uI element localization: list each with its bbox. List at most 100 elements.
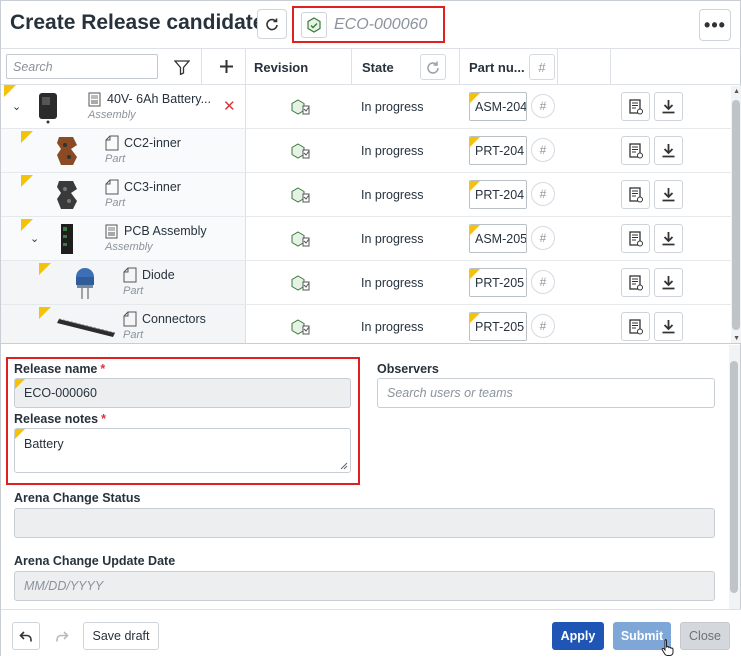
part-type: Part: [123, 285, 144, 297]
undo-icon: [19, 631, 32, 642]
observers-search-input[interactable]: Search users or teams: [377, 378, 715, 408]
add-icon[interactable]: [219, 59, 234, 74]
apply-button[interactable]: Apply: [552, 622, 604, 650]
part-number-input[interactable]: ASM-204: [469, 92, 527, 121]
scroll-down-icon[interactable]: ▼: [733, 335, 740, 342]
collapse-chevron-icon[interactable]: ⌄: [30, 232, 39, 245]
filter-icon[interactable]: [174, 60, 190, 75]
download-button[interactable]: [654, 224, 683, 253]
state-update-button[interactable]: [420, 54, 446, 80]
revision-icon[interactable]: [291, 230, 311, 248]
part-number-input[interactable]: PRT-205: [469, 268, 527, 297]
part-icon: [105, 179, 119, 195]
release-notes-label: Release notes *: [14, 412, 106, 426]
table-header: Search Revision State Part nu... #: [1, 49, 741, 343]
cc3-inner-thumbnail: [57, 181, 77, 209]
generate-number-button[interactable]: #: [531, 226, 555, 250]
table-scrollbar[interactable]: ▲ ▼: [731, 86, 741, 343]
refresh-up-icon: [427, 61, 439, 74]
part-type: Part: [105, 153, 126, 165]
download-button[interactable]: [654, 312, 683, 341]
resize-handle-icon[interactable]: [340, 462, 348, 470]
part-number-input[interactable]: PRT-204: [469, 136, 527, 165]
download-icon: [662, 100, 675, 114]
revision-icon[interactable]: [291, 318, 311, 336]
release-id-box: ECO-000060: [292, 6, 445, 43]
download-icon: [662, 188, 675, 202]
hash-icon: #: [539, 99, 547, 113]
connectors-thumbnail: [57, 318, 116, 337]
close-button[interactable]: Close: [680, 622, 730, 650]
state-value: In progress: [361, 320, 424, 334]
table-row[interactable]: ⌄ PCB Assembly Assembly In progress ASM-…: [1, 217, 741, 261]
generate-number-button[interactable]: #: [531, 270, 555, 294]
revision-icon[interactable]: [291, 98, 311, 116]
refresh-icon: [266, 18, 278, 31]
table-row[interactable]: CC3-inner Part In progress PRT-204 #: [1, 173, 741, 217]
part-icon: [123, 311, 137, 327]
assembly-icon: [88, 92, 101, 107]
download-icon: [662, 232, 675, 246]
release-details-button[interactable]: [621, 224, 650, 253]
download-button[interactable]: [654, 136, 683, 165]
part-type: Part: [105, 197, 126, 209]
release-details-button[interactable]: [621, 92, 650, 121]
collapse-chevron-icon[interactable]: ⌄: [12, 100, 21, 113]
generate-number-button[interactable]: #: [531, 314, 555, 338]
form-scrollbar[interactable]: [729, 345, 740, 609]
generate-number-button[interactable]: #: [531, 94, 555, 118]
arena-change-update-date-label: Arena Change Update Date: [14, 554, 176, 568]
part-number-input[interactable]: PRT-205: [469, 312, 527, 341]
part-type: Assembly: [105, 241, 153, 253]
hash-icon: #: [539, 187, 547, 201]
state-value: In progress: [361, 188, 424, 202]
remove-icon[interactable]: ✕: [223, 97, 236, 115]
download-button[interactable]: [654, 180, 683, 209]
refresh-button[interactable]: [257, 9, 287, 39]
release-details-button[interactable]: [621, 312, 650, 341]
part-number-input[interactable]: PRT-204: [469, 180, 527, 209]
table-row[interactable]: ⌄ 40V- 6Ah Battery... Assembly ✕ In prog…: [1, 85, 741, 129]
document-icon: [628, 98, 643, 114]
revision-icon[interactable]: [291, 274, 311, 292]
scroll-thumb[interactable]: [732, 100, 740, 330]
part-number-input[interactable]: ASM-205: [469, 224, 527, 253]
download-button[interactable]: [654, 268, 683, 297]
release-details-button[interactable]: [621, 268, 650, 297]
hash-icon: #: [539, 319, 547, 333]
table-row[interactable]: Connectors Part In progress PRT-205 #: [1, 305, 741, 343]
scroll-up-icon[interactable]: ▲: [733, 88, 740, 95]
download-icon: [662, 276, 675, 290]
pcb-assembly-thumbnail: [61, 224, 73, 254]
revision-column-header[interactable]: Revision: [254, 49, 308, 85]
state-column-header[interactable]: State: [362, 49, 394, 85]
release-package-icon: [301, 11, 327, 38]
redo-icon: [56, 631, 69, 642]
revision-icon[interactable]: [291, 186, 311, 204]
release-details-button[interactable]: [621, 136, 650, 165]
part-number-column-header[interactable]: Part nu...: [469, 49, 525, 85]
redo-button[interactable]: [48, 622, 76, 650]
save-draft-button[interactable]: Save draft: [83, 622, 159, 650]
table-row[interactable]: Diode Part In progress PRT-205 #: [1, 261, 741, 305]
observers-label: Observers: [377, 362, 439, 376]
release-name-field[interactable]: ECO-000060: [14, 378, 351, 408]
search-input[interactable]: Search: [6, 54, 158, 79]
release-details-button[interactable]: [621, 180, 650, 209]
release-id: ECO-000060: [334, 15, 428, 33]
more-options-button[interactable]: •••: [699, 9, 731, 41]
generate-number-button[interactable]: #: [531, 182, 555, 206]
download-button[interactable]: [654, 92, 683, 121]
part-type: Part: [123, 329, 144, 341]
part-icon: [105, 135, 119, 151]
hash-icon: #: [538, 59, 546, 75]
release-items-table: Search Revision State Part nu... # ⌄ 40V…: [1, 48, 741, 344]
part-icon: [123, 267, 137, 283]
generate-number-button[interactable]: #: [531, 138, 555, 162]
hash-icon: #: [539, 275, 547, 289]
table-row[interactable]: CC2-inner Part In progress PRT-204 #: [1, 129, 741, 173]
release-notes-textarea[interactable]: Battery: [14, 428, 351, 473]
generate-part-numbers-button[interactable]: #: [529, 54, 555, 80]
revision-icon[interactable]: [291, 142, 311, 160]
undo-button[interactable]: [12, 622, 40, 650]
